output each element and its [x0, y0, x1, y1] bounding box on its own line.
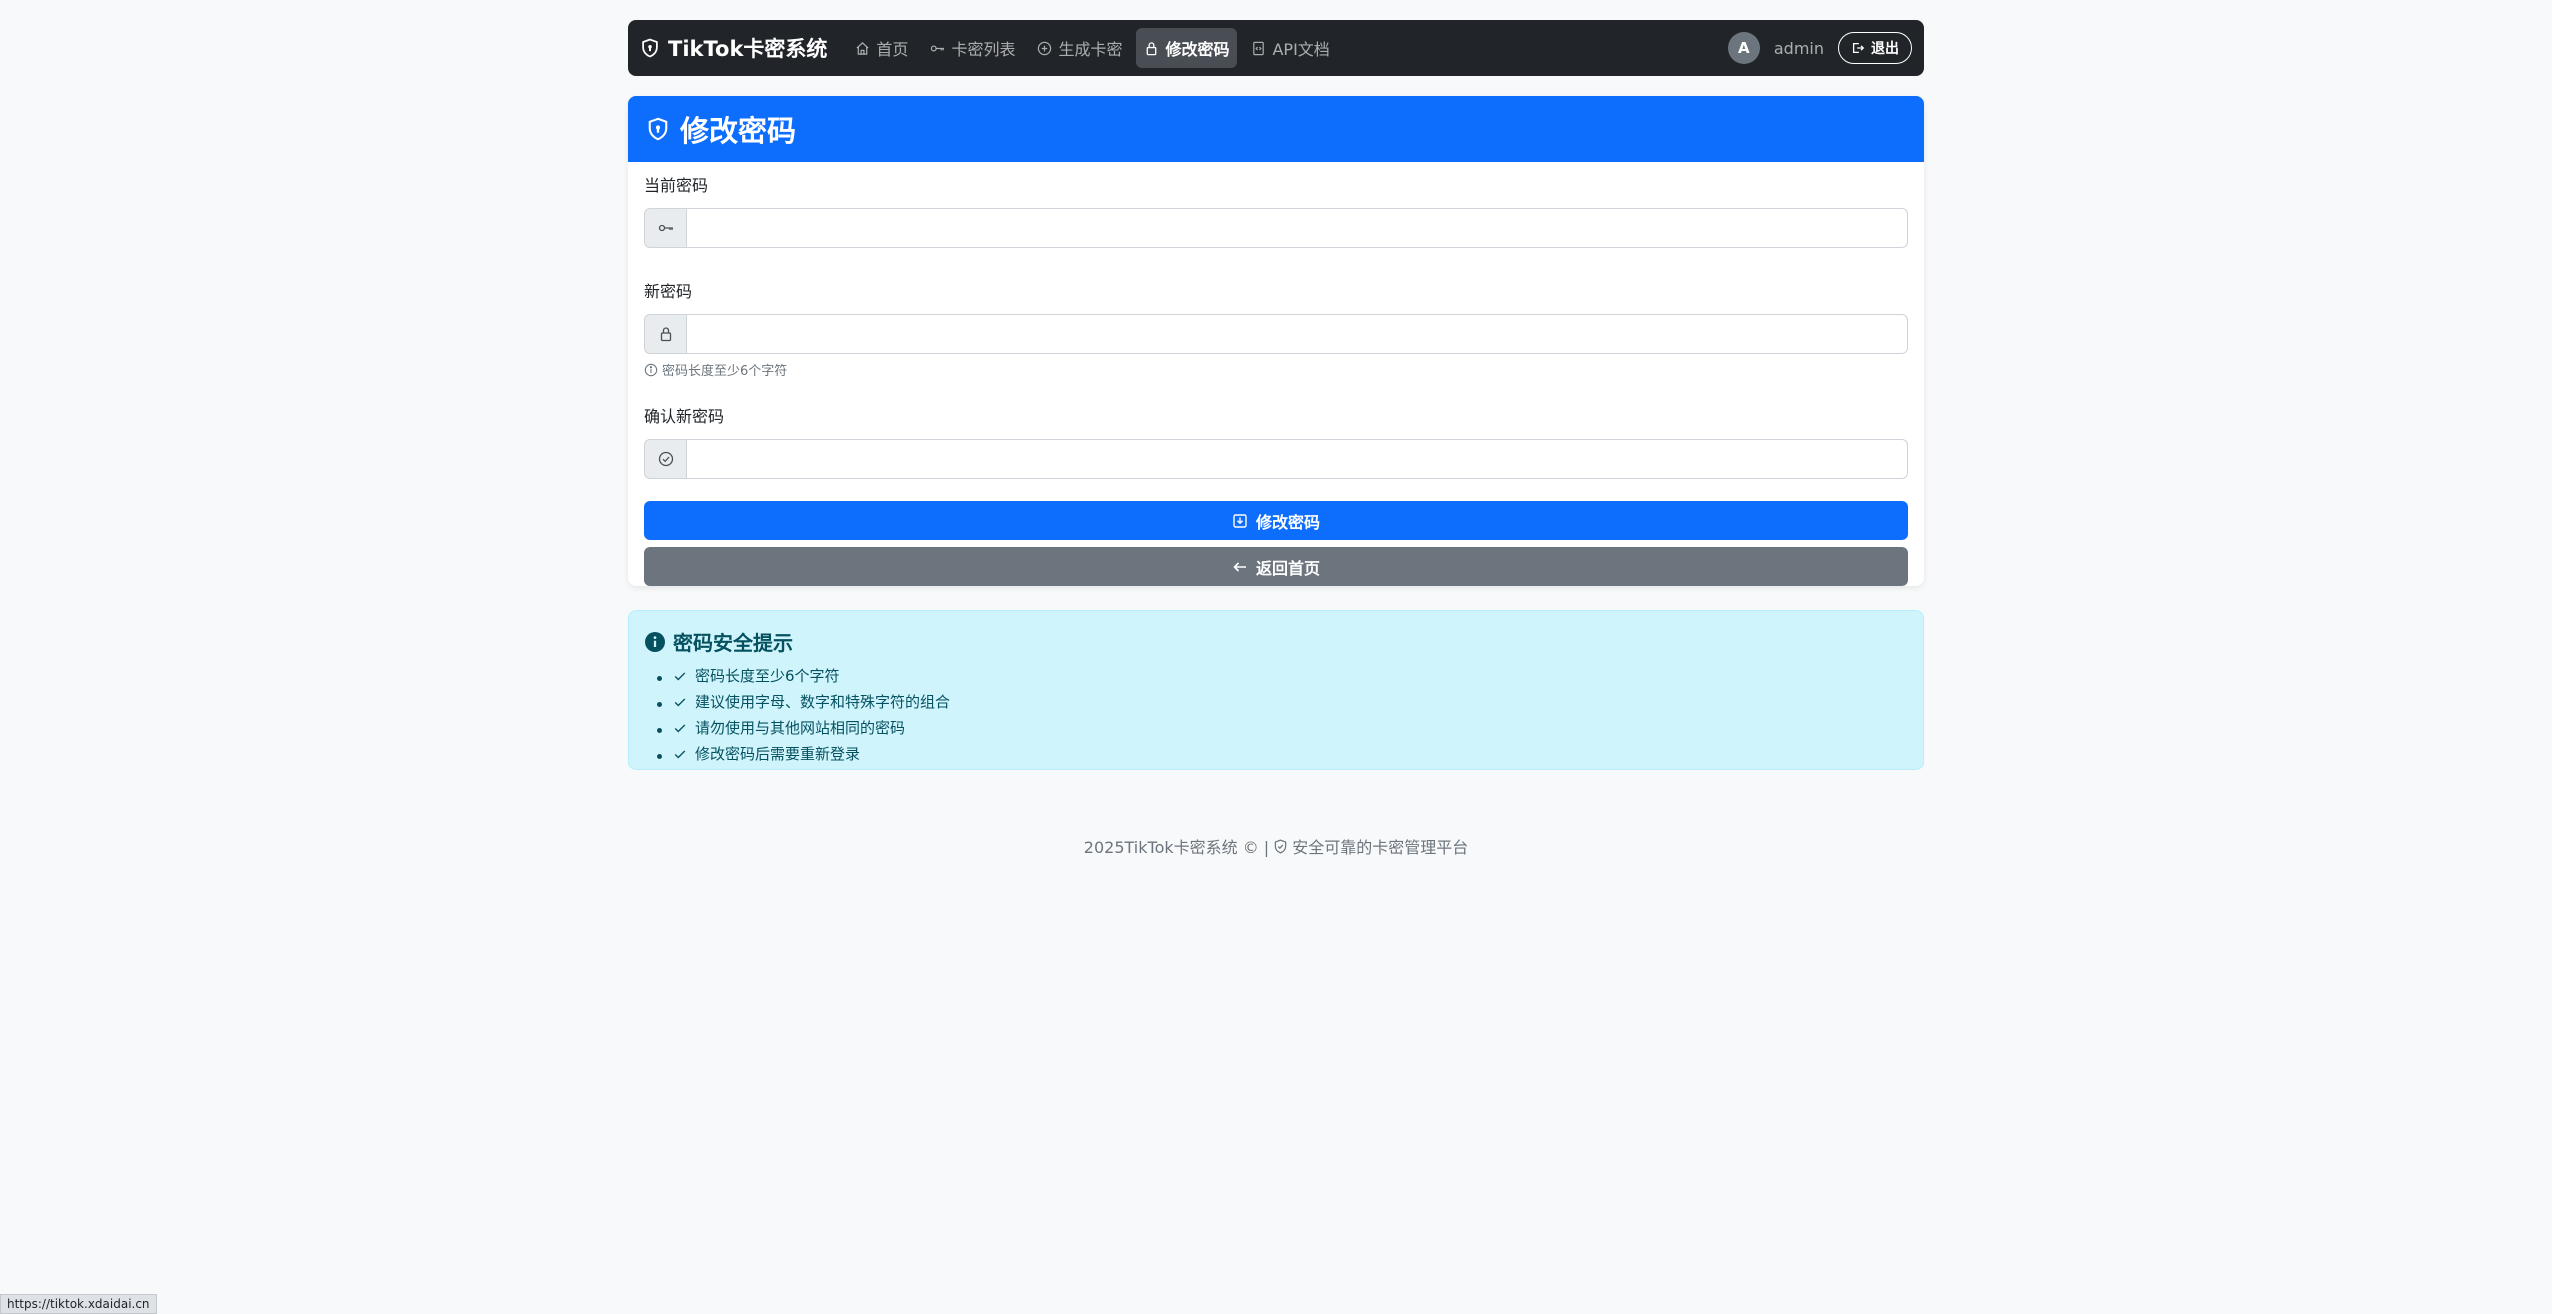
lock-icon	[644, 314, 686, 354]
back-label: 返回首页	[1255, 558, 1320, 578]
page-title: 修改密码	[680, 114, 797, 148]
shield-icon	[642, 38, 658, 58]
shield-lock-icon	[648, 117, 668, 141]
current-password-input-group	[644, 208, 1908, 248]
security-tips: 密码安全提示 密码长度至少6个字符 建议使用字母、数字和特殊字符的组合 请勿使用…	[628, 610, 1924, 770]
info-icon	[645, 631, 665, 652]
shield-check-icon	[1274, 838, 1287, 854]
new-password-input[interactable]	[686, 314, 1908, 354]
current-password-input[interactable]	[686, 208, 1908, 248]
list-item: 建议使用字母、数字和特殊字符的组合	[673, 690, 1907, 716]
nav-link-label: 首页	[876, 40, 909, 59]
nav-link-generate[interactable]: 生成卡密	[1029, 28, 1130, 68]
nav-link-label: 生成卡密	[1058, 40, 1123, 59]
brand[interactable]: TikTok卡密系统	[640, 33, 827, 63]
card-body: 当前密码 新密码 密码长度至少6个字符 确认新密码 修改密码 返回首页	[628, 162, 1924, 586]
logout-label: 退出	[1871, 41, 1899, 57]
tip-text: 修改密码后需要重新登录	[695, 745, 861, 763]
nav-link-home[interactable]: 首页	[847, 28, 916, 68]
arrow-left-icon	[1233, 561, 1246, 572]
nav-link-label: 卡密列表	[951, 40, 1016, 59]
key-icon	[644, 208, 686, 248]
check-circle-icon	[644, 439, 686, 479]
nav-link-api-docs[interactable]: API文档	[1243, 28, 1337, 68]
card-header: 修改密码	[628, 96, 1924, 162]
back-button[interactable]: 返回首页	[644, 547, 1908, 586]
plus-circle-icon	[1038, 41, 1052, 55]
key-icon	[931, 45, 945, 51]
hint-text: 密码长度至少6个字符	[662, 364, 788, 379]
tips-title: 密码安全提示	[645, 627, 1907, 656]
new-password-hint: 密码长度至少6个字符	[644, 360, 1908, 379]
brand-label: TikTok卡密系统	[668, 37, 828, 61]
change-password-card: 修改密码 当前密码 新密码 密码长度至少6个字符 确认新密码 修改密码 返回首页	[628, 96, 1924, 586]
confirm-password-label: 确认新密码	[644, 407, 725, 426]
nav-link-label: 修改密码	[1165, 40, 1230, 59]
tip-text: 请勿使用与其他网站相同的密码	[695, 719, 906, 737]
nav-links: 首页 卡密列表 生成卡密 修改密码 API文档	[847, 28, 1337, 68]
footer-copyright: 2025TikTok卡密系统 © |	[1083, 838, 1270, 857]
list-item: 修改密码后需要重新登录	[673, 742, 1907, 768]
username: admin	[1773, 38, 1824, 58]
new-password-input-group	[644, 314, 1908, 354]
confirm-password-input-group	[644, 439, 1908, 479]
check-icon	[674, 698, 686, 707]
new-password-group: 新密码 密码长度至少6个字符	[644, 282, 1908, 379]
tip-text: 密码长度至少6个字符	[695, 667, 840, 685]
status-bar-url: https://tiktok.xdaidai.cn	[0, 1294, 157, 1314]
user-area: A admin 退出	[1727, 32, 1912, 64]
navbar: TikTok卡密系统 首页 卡密列表 生成卡密 修改密码 API文档 A adm…	[628, 20, 1924, 76]
logout-icon	[1852, 42, 1865, 54]
info-circle-icon	[644, 363, 658, 376]
submit-button[interactable]: 修改密码	[644, 501, 1908, 540]
save-icon	[1233, 513, 1247, 528]
avatar: A	[1727, 32, 1760, 64]
new-password-label: 新密码	[644, 282, 693, 301]
tips-title-label: 密码安全提示	[673, 631, 793, 655]
current-password-label: 当前密码	[644, 176, 709, 195]
tips-list: 密码长度至少6个字符 建议使用字母、数字和特殊字符的组合 请勿使用与其他网站相同…	[645, 664, 1907, 768]
lock-icon	[1147, 41, 1157, 55]
footer-tagline: 安全可靠的卡密管理平台	[1292, 838, 1469, 857]
nav-link-change-password[interactable]: 修改密码	[1136, 28, 1238, 68]
nav-link-label: API文档	[1272, 40, 1330, 59]
confirm-password-input[interactable]	[686, 439, 1908, 479]
current-password-group: 当前密码	[644, 176, 1908, 248]
footer: 2025TikTok卡密系统 © | 安全可靠的卡密管理平台	[0, 834, 2552, 858]
nav-link-card-list[interactable]: 卡密列表	[922, 28, 1023, 68]
list-item: 密码长度至少6个字符	[673, 664, 1907, 690]
submit-label: 修改密码	[1255, 512, 1320, 532]
house-icon	[856, 41, 869, 55]
logout-button[interactable]: 退出	[1838, 32, 1912, 64]
file-code-icon	[1253, 41, 1265, 55]
check-icon	[674, 724, 686, 733]
list-item: 请勿使用与其他网站相同的密码	[673, 716, 1907, 742]
confirm-password-group: 确认新密码	[644, 407, 1908, 479]
check-icon	[674, 672, 686, 681]
check-icon	[674, 750, 686, 759]
tip-text: 建议使用字母、数字和特殊字符的组合	[695, 693, 951, 711]
